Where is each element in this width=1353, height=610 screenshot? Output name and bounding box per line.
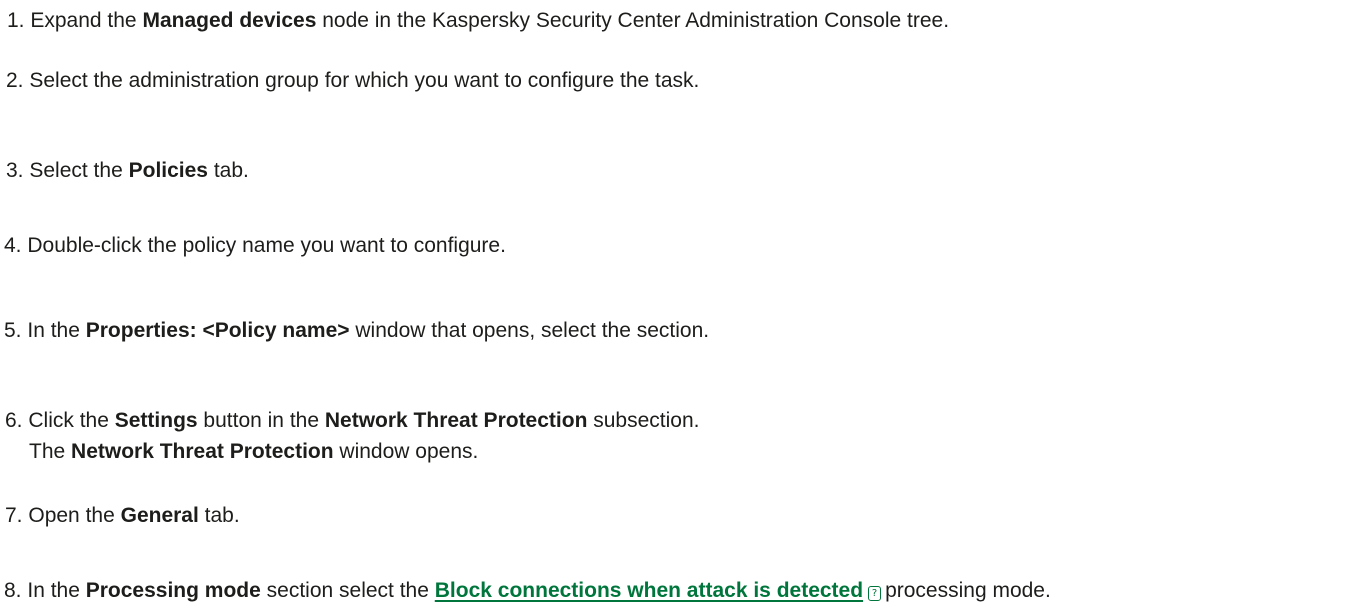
- step-4: 4. Double-click the policy name you want…: [4, 231, 506, 261]
- ui-term: Network Threat Protection: [71, 440, 334, 463]
- ui-term: Managed devices: [142, 9, 317, 32]
- step-6-result: The Network Threat Protection window ope…: [29, 437, 478, 467]
- step-number: 7.: [5, 504, 23, 527]
- step-text: tab.: [204, 504, 240, 527]
- step-number: 4.: [4, 234, 22, 257]
- ui-term: General: [120, 504, 199, 527]
- ui-term: Settings: [114, 409, 198, 432]
- block-connections-link[interactable]: Block connections when attack is detecte…: [435, 579, 863, 602]
- step-text: window opens.: [339, 440, 479, 463]
- step-text: Select the administration group for whic…: [29, 69, 700, 92]
- step-number: 6.: [5, 409, 23, 432]
- step-5: 5. In the Properties: <Policy name> wind…: [4, 316, 709, 346]
- step-2: 2. Select the administration group for w…: [6, 66, 699, 96]
- step-text: The: [29, 440, 66, 463]
- ui-term: Properties: <Policy name>: [85, 319, 350, 342]
- step-text: window that opens, select the section.: [355, 319, 710, 342]
- step-8: 8. In the Processing mode section select…: [4, 576, 1051, 606]
- step-text: node in the Kaspersky Security Center Ad…: [322, 9, 950, 32]
- step-number: 3.: [6, 159, 24, 182]
- step-text: button in the: [203, 409, 320, 432]
- step-text: Double-click the policy name you want to…: [27, 234, 506, 257]
- step-text: Open the: [28, 504, 115, 527]
- ui-term: Network Threat Protection: [324, 409, 588, 432]
- step-number: 2.: [6, 69, 24, 92]
- ui-term: Policies: [128, 159, 208, 182]
- step-text: subsection.: [593, 409, 700, 432]
- step-number: 1.: [7, 9, 25, 32]
- step-number: 8.: [4, 579, 22, 602]
- step-text: processing mode.: [885, 579, 1051, 602]
- step-text: tab.: [213, 159, 249, 182]
- instruction-steps: 1. Expand the Managed devices node in th…: [0, 0, 1353, 610]
- step-1: 1. Expand the Managed devices node in th…: [7, 6, 949, 36]
- step-text: Select the: [29, 159, 123, 182]
- ui-term: Processing mode: [85, 579, 261, 602]
- step-6: 6. Click the Settings button in the Netw…: [5, 406, 699, 436]
- step-7: 7. Open the General tab.: [5, 501, 240, 531]
- step-3: 3. Select the Policies tab.: [6, 156, 249, 186]
- step-number: 5.: [4, 319, 22, 342]
- step-text: Click the: [28, 409, 109, 432]
- step-text: Expand the: [30, 9, 137, 32]
- step-text: section select the: [266, 579, 429, 602]
- step-text: In the: [27, 579, 80, 602]
- help-icon[interactable]: ?: [868, 586, 882, 601]
- step-text: In the: [27, 319, 80, 342]
